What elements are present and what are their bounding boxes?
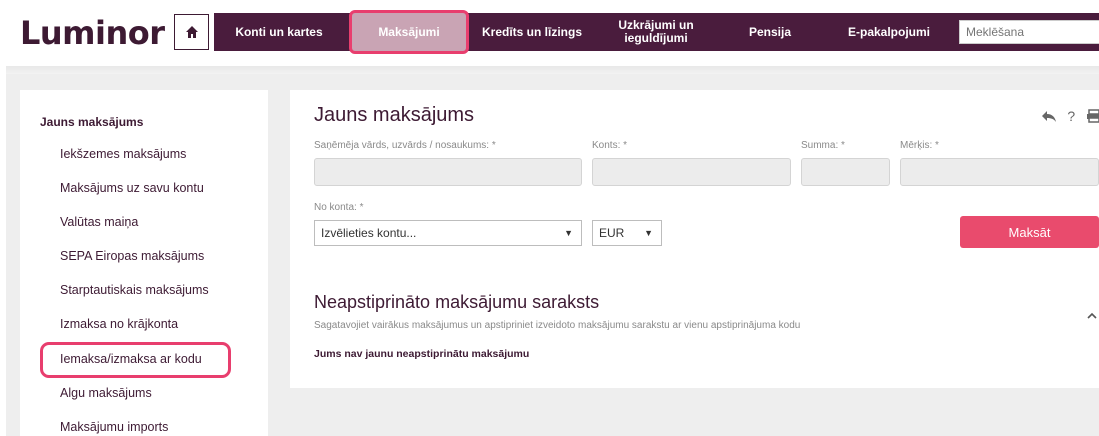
recipient-label: Saņēmēja vārds, uzvārds / nosaukums: *: [314, 140, 496, 151]
nav-item-savings[interactable]: Uzkrājumi un ieguldījumi: [596, 13, 716, 51]
sidebar-item-domestic[interactable]: Iekšzemes maksājums: [60, 147, 186, 161]
home-button[interactable]: [174, 14, 209, 50]
account-field[interactable]: [592, 158, 791, 186]
amount-label: Summa: *: [801, 140, 845, 151]
highlight-frame: [40, 342, 231, 378]
sidebar-item-currency-exchange[interactable]: Valūtas maiņa: [60, 215, 138, 229]
pay-button[interactable]: Maksāt: [960, 216, 1099, 248]
print-icon[interactable]: [1087, 108, 1099, 123]
sidebar-item-savings-withdrawal[interactable]: Izmaksa no krājkonta: [60, 317, 178, 331]
from-account-select[interactable]: Izvēlieties kontu... ▼: [314, 220, 582, 246]
amount-field[interactable]: [801, 158, 890, 186]
currency-select[interactable]: EUR ▼: [592, 220, 662, 246]
header-shadow: [6, 66, 1099, 74]
dropdown-arrow-icon: ▼: [644, 228, 653, 238]
purpose-label: Mērķis: *: [900, 140, 939, 151]
unconfirmed-list-title: Neapstiprināto maksājumu saraksts: [314, 292, 600, 312]
nav-item-payments[interactable]: Maksājumi: [349, 10, 469, 54]
payment-panel: Jauns maksājums ? Saņēmēja vārds, uzvārd…: [290, 90, 1099, 388]
empty-state-text: Jums nav jaunu neapstiprinātu maksājumu: [314, 348, 530, 360]
nav-item-pension[interactable]: Pensija: [720, 13, 820, 51]
from-account-value: Izvēlieties kontu...: [321, 226, 417, 240]
browser-frame: Luminor Konti un kartes Maksājumi Kredīt…: [6, 0, 1099, 436]
dropdown-arrow-icon: ▼: [564, 228, 573, 238]
sidebar-item-sepa[interactable]: SEPA Eiropas maksājums: [60, 249, 204, 263]
currency-value: EUR: [599, 226, 625, 240]
logo[interactable]: Luminor: [20, 14, 165, 52]
help-icon[interactable]: ?: [1067, 108, 1075, 124]
nav-item-credit[interactable]: Kredīts un līzings: [472, 13, 592, 51]
chevron-up-icon[interactable]: [1087, 308, 1097, 322]
home-icon: [185, 26, 198, 38]
purpose-field[interactable]: [900, 158, 1099, 186]
sidebar-item-international[interactable]: Starptautiskais maksājums: [60, 283, 209, 297]
search-input[interactable]: [959, 20, 1099, 44]
back-arrow-icon[interactable]: [1041, 109, 1057, 123]
page-title: Jauns maksājums: [314, 104, 475, 126]
toolbar: ?: [1041, 106, 1099, 124]
unconfirmed-list-subtitle: Sagatavojiet vairākus maksājumus un apst…: [314, 320, 801, 331]
from-account-label: No konta: *: [314, 202, 364, 213]
sidebar-item-salary[interactable]: Algu maksājums: [60, 386, 152, 400]
header: Luminor Konti un kartes Maksājumi Kredīt…: [6, 0, 1099, 66]
recipient-field[interactable]: [314, 158, 582, 186]
main-navigation: Konti un kartes Maksājumi Kredīts un līz…: [214, 10, 1099, 54]
nav-item-e-services[interactable]: E-pakalpojumi: [824, 13, 954, 51]
sidebar-item-import[interactable]: Maksājumu imports: [60, 420, 168, 434]
sidebar: Jauns maksājums Iekšzemes maksājums Maks…: [20, 90, 268, 436]
sidebar-title: Jauns maksājums: [40, 115, 144, 129]
nav-item-accounts[interactable]: Konti un kartes: [214, 13, 344, 51]
account-label: Konts: *: [592, 140, 628, 151]
page-background: Jauns maksājums Iekšzemes maksājums Maks…: [6, 74, 1099, 436]
sidebar-item-own-account[interactable]: Maksājums uz savu kontu: [60, 181, 204, 195]
